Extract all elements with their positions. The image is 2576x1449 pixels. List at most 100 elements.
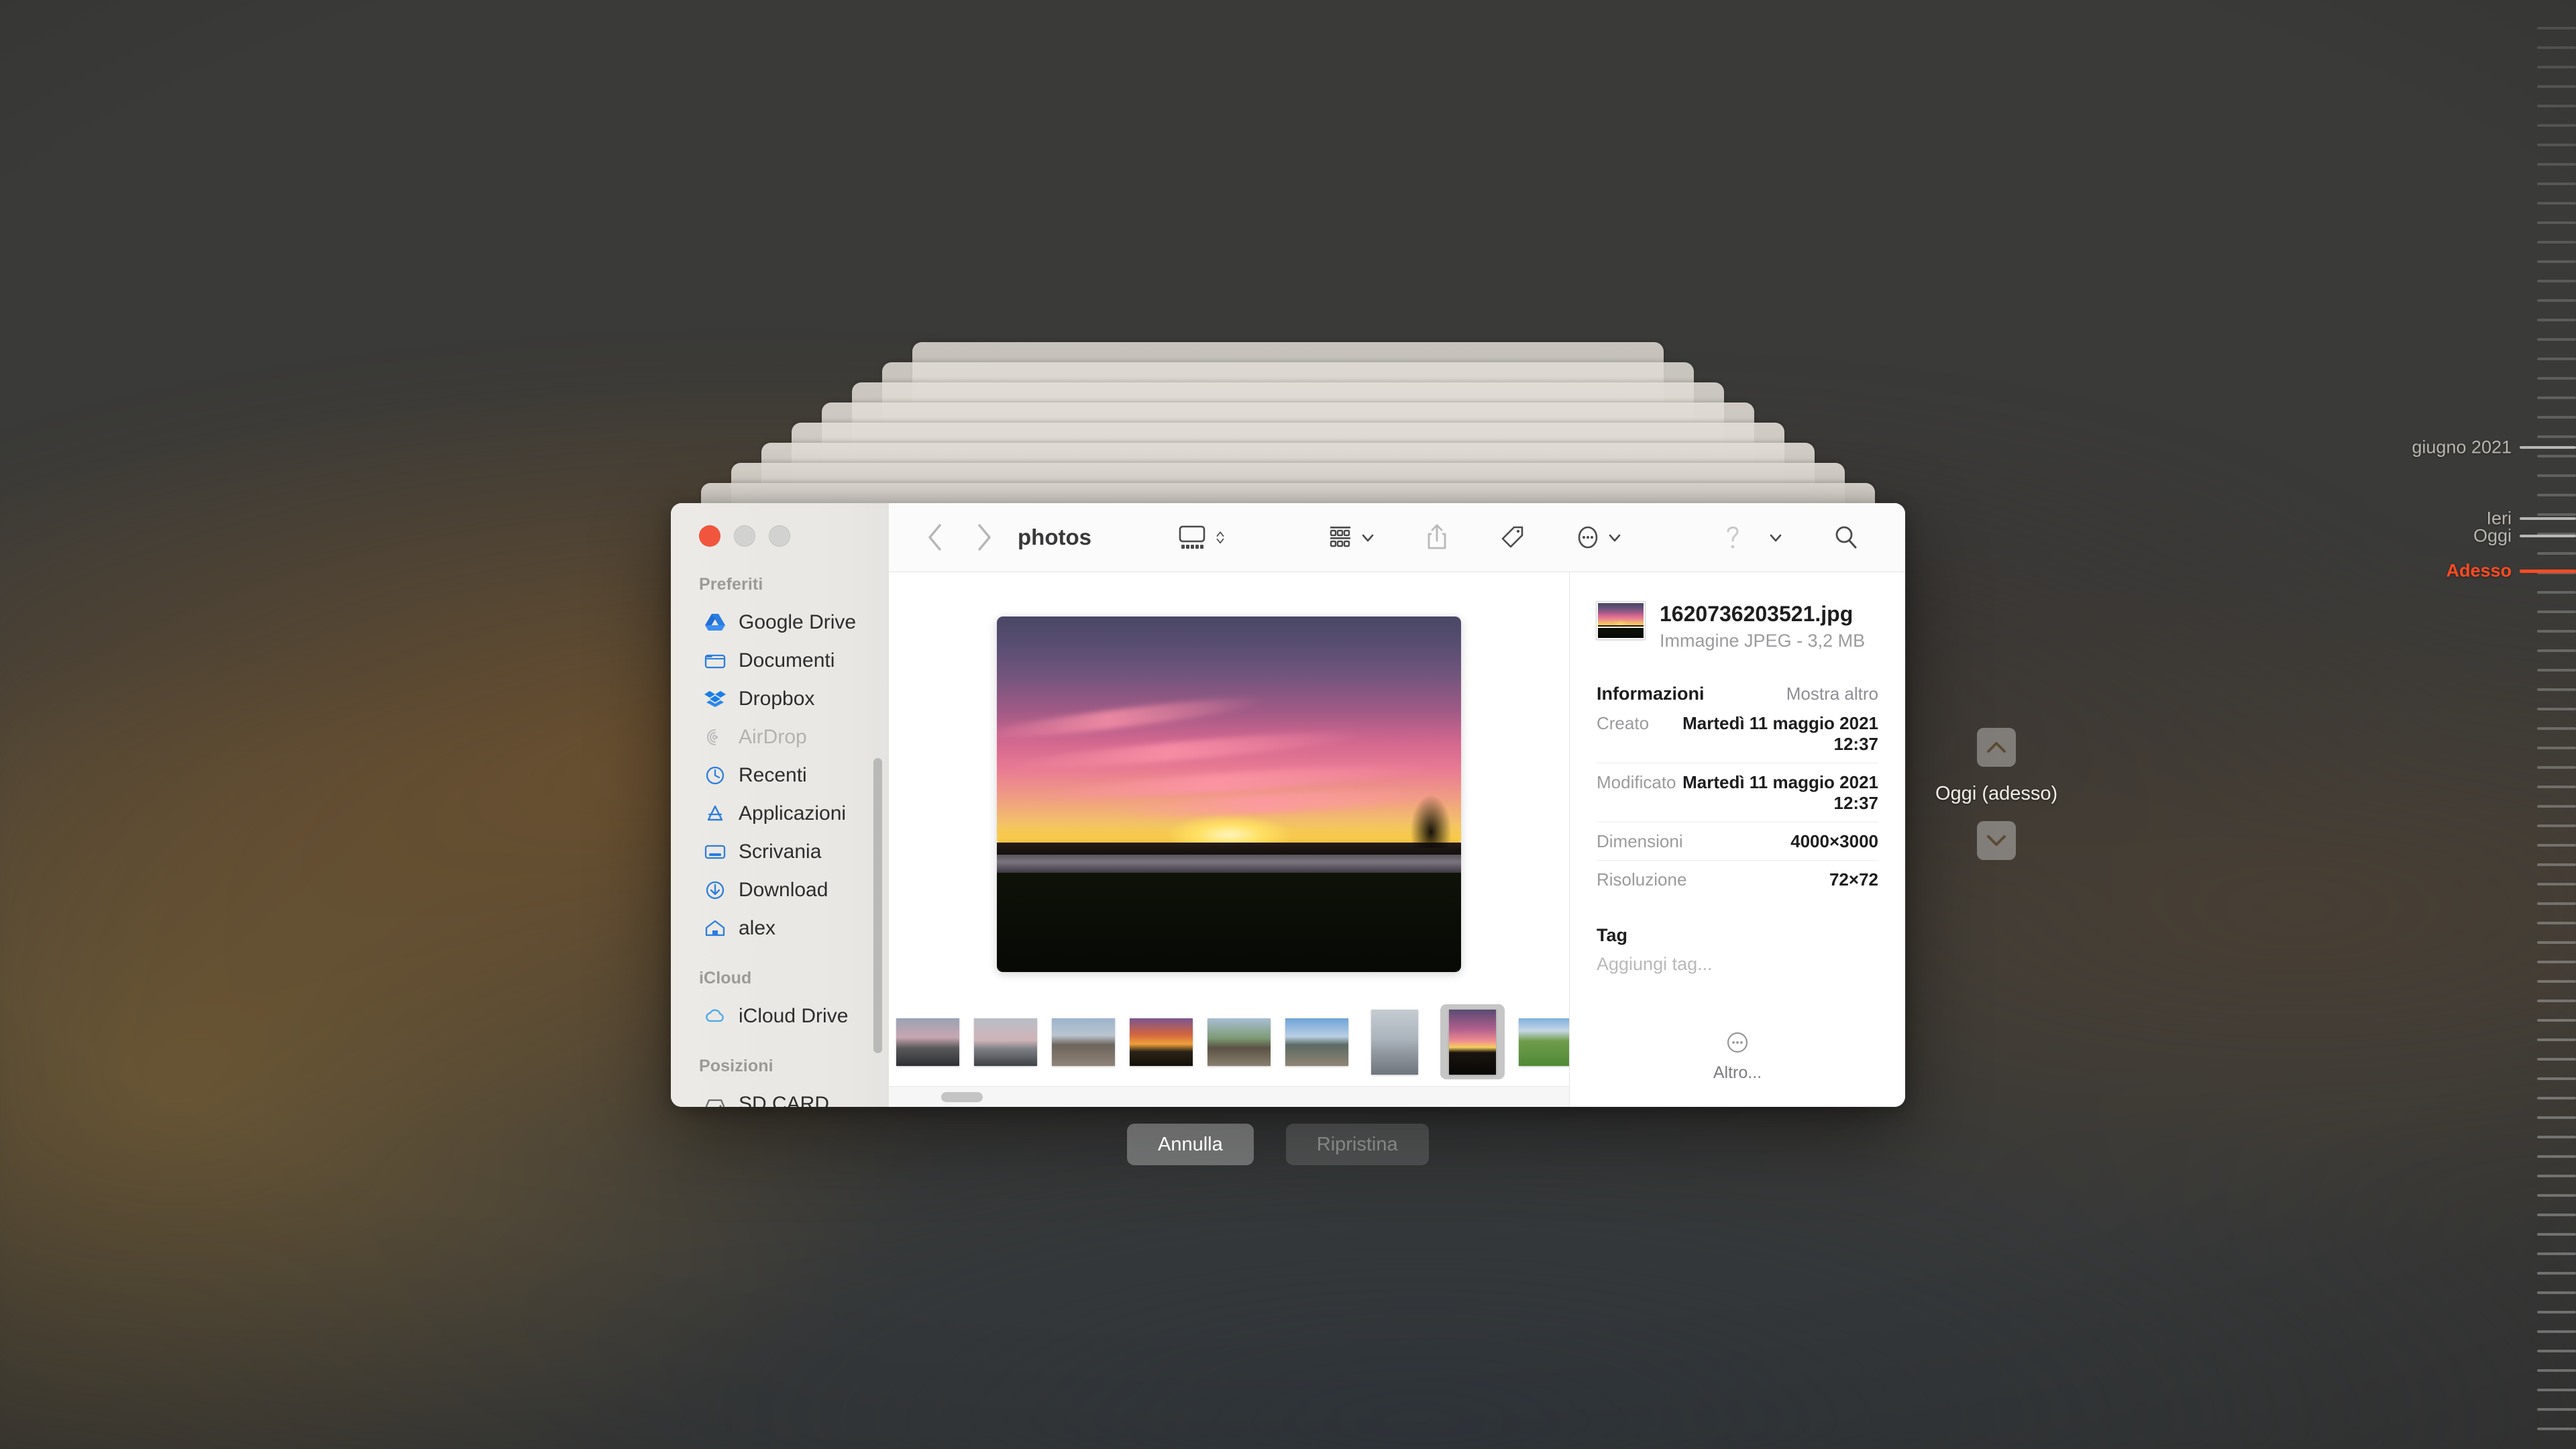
timeline-tick[interactable] — [2537, 1272, 2576, 1275]
timeline-tick[interactable] — [2537, 1291, 2576, 1294]
timeline-tick[interactable] — [2537, 1136, 2576, 1138]
back-button[interactable] — [917, 520, 952, 555]
view-mode-button[interactable] — [1161, 517, 1245, 557]
horizontal-scrollbar[interactable] — [889, 1086, 1569, 1107]
tag-button[interactable] — [1481, 517, 1543, 557]
sidebar-item-documenti[interactable]: Documenti — [671, 641, 889, 680]
timeline-tick[interactable] — [2537, 669, 2576, 672]
timeline-tick[interactable] — [2537, 494, 2576, 496]
thumbnail-item[interactable] — [967, 998, 1044, 1086]
timeline-label[interactable]: Oggi — [2473, 526, 2512, 547]
timeline-tick[interactable] — [2537, 1214, 2576, 1216]
tag-input[interactable]: Aggiungi tag... — [1597, 954, 1878, 975]
go-back-in-time-button[interactable] — [1977, 728, 2017, 767]
timeline-tick[interactable] — [2537, 1019, 2576, 1022]
timeline-tick[interactable] — [2537, 1000, 2576, 1002]
timeline-tick[interactable] — [2537, 338, 2576, 341]
timeline-tick[interactable] — [2537, 1155, 2576, 1158]
timeline-tick[interactable] — [2537, 824, 2576, 827]
help-button[interactable] — [1704, 517, 1801, 557]
timeline-tick[interactable] — [2537, 786, 2576, 788]
timeline-tick[interactable] — [2537, 46, 2576, 49]
group-by-button[interactable] — [1309, 517, 1393, 557]
timeline-tick[interactable] — [2537, 941, 2576, 944]
timeline-tick[interactable] — [2537, 610, 2576, 613]
timeline-tick[interactable] — [2537, 319, 2576, 321]
timeline-tick[interactable] — [2537, 630, 2576, 633]
timeline-tick[interactable] — [2537, 708, 2576, 710]
timeline-tick[interactable] — [2537, 124, 2576, 127]
timeline-tick[interactable] — [2537, 105, 2576, 107]
sidebar-item-applicazioni[interactable]: Applicazioni — [671, 794, 889, 833]
timeline-tick[interactable] — [2537, 163, 2576, 166]
timeline-tick[interactable] — [2537, 591, 2576, 594]
thumbnail-item[interactable] — [889, 998, 967, 1086]
preview-image[interactable] — [997, 616, 1461, 972]
close-button[interactable] — [699, 525, 720, 547]
cancel-button[interactable]: Annulla — [1127, 1124, 1254, 1165]
timeline-tick[interactable] — [2537, 1252, 2576, 1255]
thumbnail-item[interactable] — [1511, 998, 1569, 1086]
show-more-link[interactable]: Mostra altro — [1786, 684, 1878, 704]
timeline-tick[interactable] — [2537, 552, 2576, 555]
timeline-tick-labeled[interactable] — [2520, 446, 2576, 449]
timeline-tick[interactable] — [2537, 513, 2576, 516]
timeline-tick[interactable] — [2537, 260, 2576, 263]
timeline-tick[interactable] — [2537, 396, 2576, 399]
timeline-tick[interactable] — [2537, 66, 2576, 68]
timeline-tick[interactable] — [2537, 299, 2576, 302]
sidebar-scrollbar[interactable] — [873, 758, 882, 1053]
timeline-tick[interactable] — [2537, 377, 2576, 380]
timeline-tick-labeled[interactable] — [2520, 517, 2576, 521]
sidebar-item-download[interactable]: Download — [671, 871, 889, 909]
timeline-tick[interactable] — [2537, 727, 2576, 730]
forward-button[interactable] — [967, 520, 1002, 555]
sidebar-item-recenti[interactable]: Recenti — [671, 756, 889, 794]
thumbnail-item[interactable] — [1122, 998, 1200, 1086]
timeline-tick[interactable] — [2537, 1058, 2576, 1061]
timeline-tick[interactable] — [2537, 202, 2576, 205]
thumbnail-item[interactable] — [1200, 998, 1278, 1086]
sidebar-item-icloud-drive[interactable]: iCloud Drive — [671, 997, 889, 1035]
timeline-tick[interactable] — [2537, 27, 2576, 30]
timeline-tick[interactable] — [2537, 1233, 2576, 1236]
timeline-tick[interactable] — [2537, 1097, 2576, 1099]
timeline-tick[interactable] — [2537, 863, 2576, 866]
sidebar-item-sd-card[interactable]: SD CARD — [671, 1085, 889, 1107]
timeline-tick[interactable] — [2537, 85, 2576, 88]
timeline-tick[interactable] — [2537, 1311, 2576, 1313]
timeline-label[interactable]: Adesso — [2446, 561, 2512, 582]
thumbnail-item[interactable] — [1434, 998, 1511, 1086]
more-button[interactable]: Altro... — [1597, 1029, 1878, 1107]
sidebar-item-dropbox[interactable]: Dropbox — [671, 680, 889, 718]
timeline-tick[interactable] — [2537, 1038, 2576, 1041]
timeline-tick[interactable] — [2537, 1350, 2576, 1352]
thumbnail-item[interactable] — [1044, 998, 1122, 1086]
timeline-tick[interactable] — [2537, 961, 2576, 963]
timeline-tick[interactable] — [2537, 221, 2576, 224]
timeline-tick[interactable] — [2537, 766, 2576, 769]
timeline-tick[interactable] — [2537, 844, 2576, 847]
timeline-tick[interactable] — [2537, 474, 2576, 477]
minimize-button[interactable] — [734, 525, 755, 547]
timeline-tick[interactable] — [2537, 1369, 2576, 1372]
thumbnail-strip[interactable] — [889, 998, 1569, 1086]
timeline-tick-labeled[interactable] — [2520, 570, 2576, 574]
scrollbar-thumb[interactable] — [941, 1091, 983, 1102]
timeline-tick[interactable] — [2537, 1389, 2576, 1391]
timeline-tick[interactable] — [2537, 358, 2576, 360]
time-machine-timeline[interactable]: giugno 2021 Ieri Oggi Adesso — [2294, 0, 2576, 1449]
timeline-tick[interactable] — [2537, 747, 2576, 749]
traffic-lights[interactable] — [671, 503, 889, 547]
timeline-tick[interactable] — [2537, 1077, 2576, 1080]
timeline-tick[interactable] — [2537, 280, 2576, 282]
timeline-tick[interactable] — [2537, 688, 2576, 691]
timeline-tick[interactable] — [2537, 1194, 2576, 1197]
timeline-label[interactable]: giugno 2021 — [2412, 437, 2512, 458]
timeline-tick[interactable] — [2537, 455, 2576, 458]
timeline-tick[interactable] — [2537, 1116, 2576, 1119]
sidebar-item-airdrop[interactable]: AirDrop — [671, 718, 889, 756]
timeline-tick-labeled[interactable] — [2520, 535, 2576, 538]
timeline-tick[interactable] — [2537, 1175, 2576, 1177]
sidebar-item-google-drive[interactable]: Google Drive — [671, 603, 889, 641]
